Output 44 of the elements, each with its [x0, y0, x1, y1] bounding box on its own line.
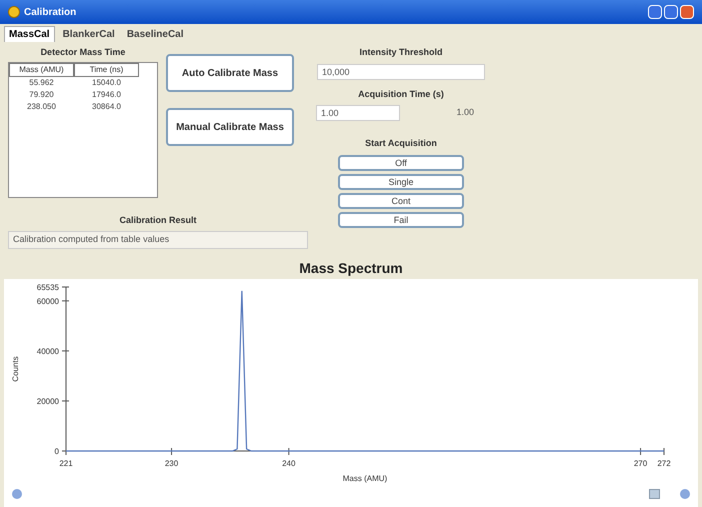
acquisition-button[interactable]: Cont [338, 192, 464, 208]
column-header: Mass (AMU) [9, 62, 74, 76]
result-label: Calibration Result [118, 214, 198, 226]
table-cell-text: 238.050 [26, 100, 57, 112]
chart-title: Mass Spectrum [298, 259, 404, 278]
x-tick-label: 240 [282, 459, 296, 468]
x-axis-label: Mass (AMU) [342, 474, 388, 483]
y-tick-label: 40000 [36, 346, 59, 356]
result-field: Calibration computed from table values [8, 231, 308, 249]
close-button[interactable] [680, 5, 694, 19]
maximize-button[interactable] [664, 5, 678, 19]
table-cell-text: 17946.0 [91, 88, 122, 100]
calibrate-button[interactable]: Manual Calibrate Mass [166, 108, 294, 146]
table-cell-text: 15040.0 [91, 76, 122, 88]
tab[interactable]: MassCal [4, 26, 55, 42]
acquisition-time-field[interactable]: 1.00 [316, 105, 400, 121]
x-tick-label: 270 [634, 459, 648, 468]
acquisition-button[interactable]: Single [338, 174, 464, 190]
column-header: Time (ns) [74, 62, 139, 76]
acquisition-time-label: Acquisition Time (s) [358, 88, 444, 101]
window-title: Calibration [24, 6, 76, 20]
start-acquisition-label: Start Acquisition [365, 137, 437, 150]
table-cell-text: 79.920 [28, 88, 55, 100]
tab[interactable]: BlankerCal [58, 26, 119, 42]
threshold-label: Intensity Threshold [359, 46, 442, 59]
acquisition-time-reading: 1.00 [456, 106, 474, 120]
table-cell-text: 30864.0 [91, 100, 122, 112]
acquisition-button[interactable]: Off [338, 154, 464, 170]
x-tick-label: 221 [59, 459, 73, 468]
y-tick-label: 0 [54, 447, 59, 456]
table-cell-text: 55.962 [28, 76, 55, 88]
acquisition-button[interactable]: Fail [338, 212, 464, 228]
app-icon [8, 6, 20, 18]
y-tick-label: 20000 [36, 396, 59, 406]
y-axis-label: Counts [11, 356, 20, 382]
x-tick-label: 272 [657, 459, 671, 468]
x-tick-label: 230 [164, 459, 178, 468]
table-title: Detector Mass Time [40, 46, 126, 59]
calibrate-button[interactable]: Auto Calibrate Mass [166, 54, 294, 92]
threshold-field[interactable]: 10,000 [317, 64, 485, 80]
minimize-button[interactable] [648, 5, 662, 19]
y-tick-label: 65535 [36, 283, 59, 292]
tab[interactable]: BaselineCal [122, 26, 188, 42]
y-tick-label: 60000 [36, 296, 59, 306]
